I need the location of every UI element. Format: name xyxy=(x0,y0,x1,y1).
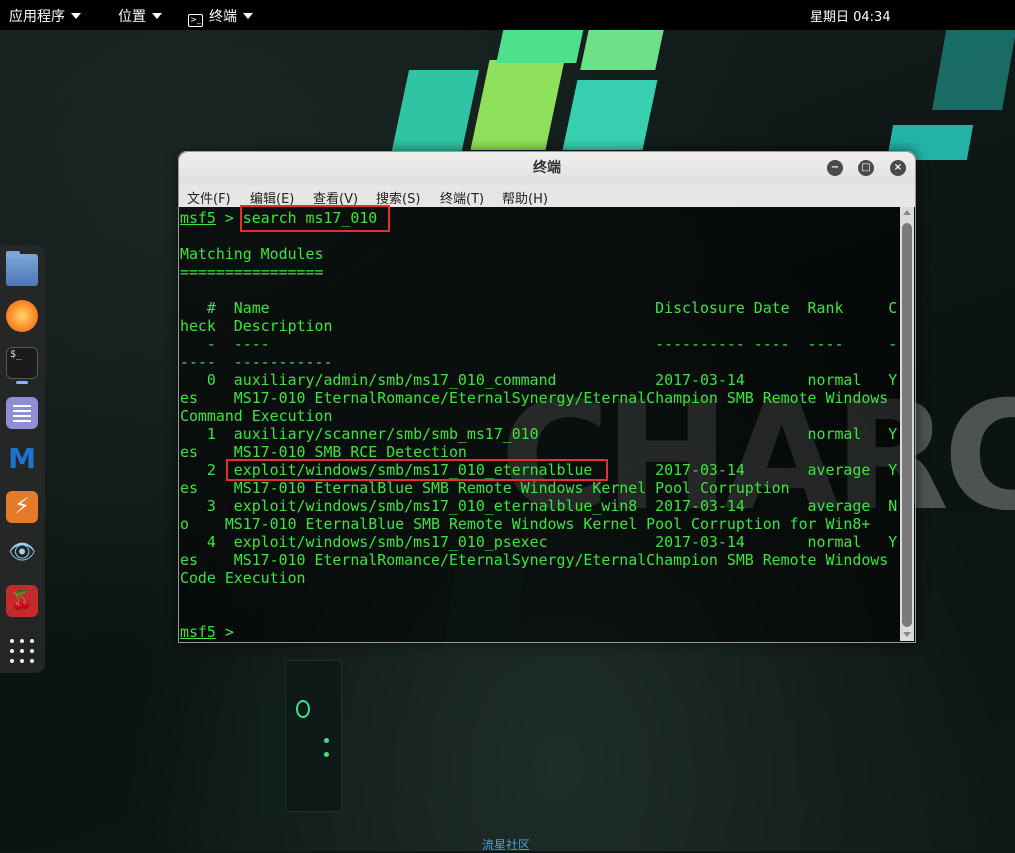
window-titlebar[interactable]: 终端 − □ × xyxy=(179,152,915,185)
eye-icon[interactable]: 👁 xyxy=(6,537,38,569)
scroll-down-icon[interactable] xyxy=(903,632,911,637)
menu-bar: 文件(F) 编辑(E) 查看(V) 搜索(S) 终端(T) 帮助(H) xyxy=(179,185,915,207)
scroll-up-icon[interactable] xyxy=(903,210,911,215)
active-app-menu[interactable]: >_ 终端 xyxy=(188,6,253,27)
top-panel: 应用程序 位置 >_ 终端 星期日 04:34 xyxy=(0,0,1015,30)
menu-file[interactable]: 文件(F) xyxy=(187,188,231,207)
app-grid-icon[interactable] xyxy=(6,635,38,667)
watermark: 流星社区 xyxy=(482,838,531,852)
close-button[interactable]: × xyxy=(890,160,906,176)
command-highlight-box xyxy=(240,205,390,232)
scrollbar[interactable] xyxy=(900,207,914,641)
clock[interactable]: 星期日 04:34 xyxy=(810,6,891,25)
chevron-down-icon xyxy=(152,13,162,19)
cherrytree-icon[interactable]: 🍒 xyxy=(6,585,38,617)
files-icon[interactable] xyxy=(6,251,38,286)
burpsuite-icon[interactable]: ⚡ xyxy=(6,491,38,523)
terminal-icon[interactable]: $_ xyxy=(6,347,38,379)
running-indicator xyxy=(16,381,28,384)
menu-help[interactable]: 帮助(H) xyxy=(502,188,548,207)
firefox-icon[interactable] xyxy=(6,300,38,332)
module-highlight-box xyxy=(226,459,608,481)
places-menu[interactable]: 位置 xyxy=(118,6,162,26)
terminal-icon: >_ xyxy=(188,14,203,27)
dock: $_ M ⚡ 👁 🍒 xyxy=(0,245,45,673)
terminal-text: msf5 > search ms17_010 Matching Modules … xyxy=(180,209,898,641)
chevron-down-icon xyxy=(243,13,253,19)
metasploit-icon[interactable]: M xyxy=(6,443,38,475)
window-title: 终端 xyxy=(533,160,561,176)
menu-terminal[interactable]: 终端(T) xyxy=(440,188,484,207)
applications-menu[interactable]: 应用程序 xyxy=(9,6,81,26)
chevron-down-icon xyxy=(71,13,81,19)
minimize-button[interactable]: − xyxy=(827,160,843,176)
terminal-output[interactable]: msf5 > search ms17_010 Matching Modules … xyxy=(179,207,899,642)
maximize-button[interactable]: □ xyxy=(858,160,874,176)
notes-icon[interactable] xyxy=(6,397,38,429)
scrollbar-thumb[interactable] xyxy=(902,223,912,627)
